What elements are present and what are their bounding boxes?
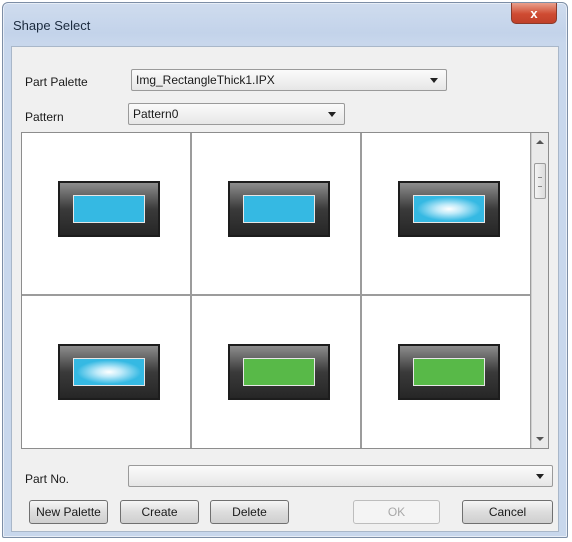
dialog-title: Shape Select bbox=[13, 18, 91, 33]
close-icon: x bbox=[530, 5, 538, 21]
part-palette-dropdown[interactable]: Img_RectangleThick1.IPX bbox=[131, 69, 447, 91]
rectangle-lamp-shape bbox=[398, 181, 500, 237]
pattern-dropdown[interactable]: Pattern0 bbox=[128, 103, 345, 125]
pattern-value: Pattern0 bbox=[133, 107, 179, 121]
lamp-face bbox=[413, 195, 485, 223]
chevron-down-icon bbox=[536, 474, 544, 479]
chevron-down-icon bbox=[328, 112, 336, 117]
close-button[interactable]: x bbox=[511, 3, 557, 24]
cancel-button[interactable]: Cancel bbox=[462, 500, 553, 524]
rectangle-lamp-shape bbox=[228, 344, 330, 400]
rectangle-lamp-shape bbox=[228, 181, 330, 237]
delete-button[interactable]: Delete bbox=[210, 500, 289, 524]
part-palette-label: Part Palette bbox=[25, 75, 88, 89]
lamp-face bbox=[73, 358, 145, 386]
rectangle-lamp-shape bbox=[58, 344, 160, 400]
shape-cell[interactable] bbox=[192, 296, 362, 448]
shape-grid bbox=[21, 132, 549, 449]
lamp-face bbox=[413, 358, 485, 386]
dialog-body: Part Palette Img_RectangleThick1.IPX Pat… bbox=[11, 46, 559, 532]
lamp-face bbox=[243, 195, 315, 223]
part-no-label: Part No. bbox=[25, 472, 70, 486]
shape-cell[interactable] bbox=[362, 133, 532, 296]
rectangle-lamp-shape bbox=[58, 181, 160, 237]
scroll-down-icon[interactable] bbox=[536, 437, 544, 441]
scroll-thumb[interactable] bbox=[534, 163, 546, 199]
chevron-down-icon bbox=[430, 78, 438, 83]
part-no-dropdown[interactable] bbox=[128, 465, 553, 487]
new-palette-button[interactable]: New Palette bbox=[29, 500, 108, 524]
ok-button[interactable]: OK bbox=[353, 500, 440, 524]
shape-cell[interactable] bbox=[362, 296, 532, 448]
part-palette-value: Img_RectangleThick1.IPX bbox=[136, 73, 275, 87]
shape-cells bbox=[22, 133, 532, 448]
shape-cell[interactable] bbox=[22, 133, 192, 296]
vertical-scrollbar[interactable] bbox=[531, 133, 548, 448]
shape-cell[interactable] bbox=[22, 296, 192, 448]
create-button[interactable]: Create bbox=[120, 500, 199, 524]
lamp-face bbox=[243, 358, 315, 386]
shape-select-dialog: Shape Select x Part Palette Img_Rectangl… bbox=[2, 2, 568, 538]
pattern-label: Pattern bbox=[25, 110, 64, 124]
lamp-face bbox=[73, 195, 145, 223]
rectangle-lamp-shape bbox=[398, 344, 500, 400]
shape-cell[interactable] bbox=[192, 133, 362, 296]
scroll-up-icon[interactable] bbox=[536, 140, 544, 144]
